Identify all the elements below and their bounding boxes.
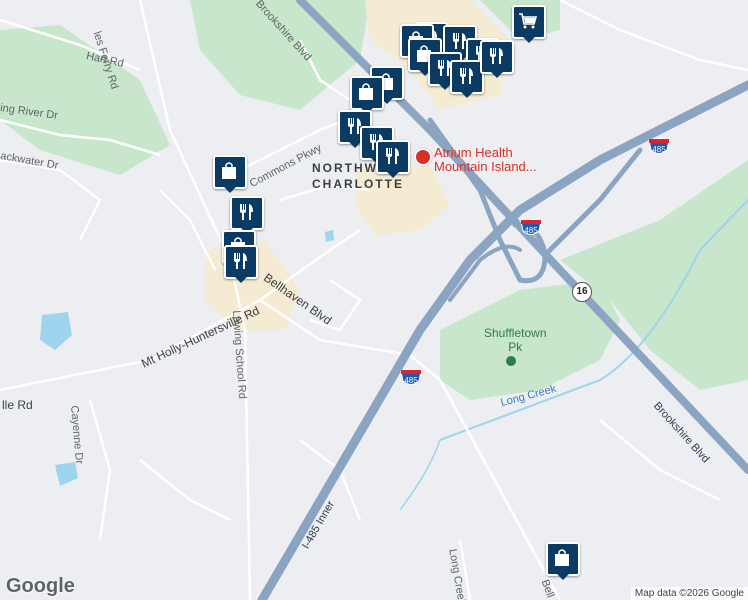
pin-tail <box>234 276 248 283</box>
pin-tail <box>490 71 504 78</box>
pond-3 <box>325 230 334 242</box>
shield-number: 485 <box>404 376 418 385</box>
pin-tail <box>556 573 570 580</box>
shield-number: 485 <box>524 226 538 235</box>
pin-tail <box>522 36 536 43</box>
interstate-shield-3: 485 <box>400 368 422 388</box>
poi-pin-restaurant[interactable] <box>480 40 514 78</box>
poi-pin-shopping-bag[interactable] <box>546 542 580 580</box>
pin-tail <box>386 171 400 178</box>
interstate-shield-icon: 485 <box>520 219 542 235</box>
state-route-shield: 16 <box>572 282 592 302</box>
interstate-shield-1: 485 <box>648 137 670 157</box>
interstate-shield-icon: 485 <box>400 369 422 385</box>
poi-pin-cart[interactable] <box>512 5 546 43</box>
label-oakdale-rd: lle Rd <box>2 398 33 412</box>
label-hospital[interactable]: Atrium Health Mountain Island... <box>434 146 537 174</box>
park-marker-icon <box>506 356 516 366</box>
map-canvas[interactable]: les Ferry Rd Hart Rd ing River Dr ackwat… <box>0 0 748 600</box>
park-name-line1: Shuffletown <box>484 326 547 340</box>
hospital-name-line2: Mountain Island... <box>434 159 537 174</box>
google-logo[interactable]: Google <box>6 575 75 598</box>
poi-pin-restaurant[interactable] <box>224 245 258 283</box>
pin-tail <box>460 91 474 98</box>
hospital-pin-icon[interactable] <box>414 148 432 166</box>
hospital-name-line1: Atrium Health <box>434 145 513 160</box>
interstate-shield-icon: 485 <box>648 138 670 154</box>
interstate-shield-2: 485 <box>520 218 542 238</box>
park-name-line2: Pk <box>508 340 523 354</box>
poi-pin-restaurant[interactable] <box>450 60 484 98</box>
poi-pin-restaurant[interactable] <box>230 196 264 234</box>
shield-number: 485 <box>652 145 666 154</box>
pin-tail <box>223 186 237 193</box>
poi-pin-shopping-bag[interactable] <box>350 76 384 114</box>
label-shuffletown-park[interactable]: Shuffletown Pk <box>484 326 547 354</box>
poi-pin-restaurant[interactable] <box>376 140 410 178</box>
map-attribution[interactable]: Map data ©2026 Google <box>630 587 748 600</box>
poi-pin-shopping-bag[interactable] <box>213 155 247 193</box>
